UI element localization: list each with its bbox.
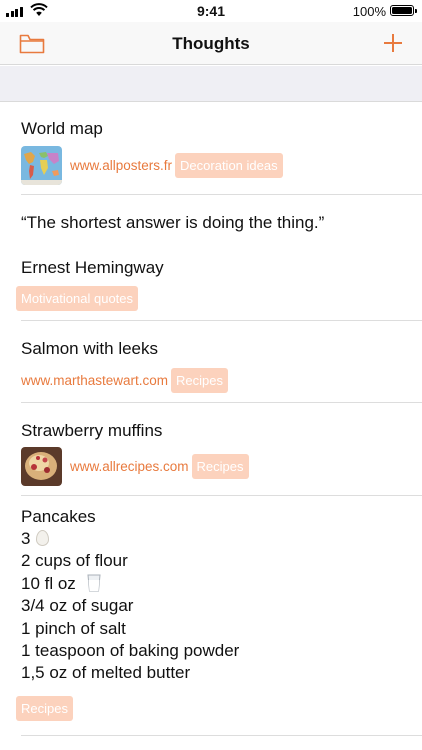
note-line: 2 cups of flour bbox=[21, 551, 128, 571]
note-salmon-with-leeks[interactable]: Salmon with leeks www.marthastewart.com … bbox=[21, 321, 422, 403]
note-strawberry-muffins[interactable]: Strawberry muffins www.allrecipes.com Re… bbox=[21, 403, 422, 496]
note-link[interactable]: www.allposters.fr bbox=[70, 158, 172, 173]
battery-percent: 100% bbox=[352, 4, 386, 19]
note-line: 1 pinch of salt bbox=[21, 618, 126, 638]
plus-icon bbox=[384, 34, 402, 52]
note-quote-text: “The shortest answer is doing the thing.… bbox=[21, 213, 325, 232]
note-title: World map bbox=[21, 119, 103, 138]
page-title: Thoughts bbox=[172, 34, 250, 53]
note-title: Salmon with leeks bbox=[21, 339, 159, 358]
egg-icon bbox=[36, 530, 50, 546]
tag-recipes[interactable]: Recipes bbox=[16, 696, 73, 721]
note-world-map[interactable]: World map www.allposters.fr Decoration i… bbox=[21, 103, 422, 195]
battery-icon bbox=[390, 5, 417, 16]
world-map-thumbnail bbox=[21, 146, 62, 185]
note-title: Strawberry muffins bbox=[21, 421, 163, 440]
glass-of-milk-icon bbox=[86, 574, 101, 592]
note-line: 1 teaspoon of baking powder bbox=[21, 641, 240, 661]
note-line: 10 fl oz bbox=[21, 573, 422, 595]
note-pancakes[interactable]: Pancakes 3 2 cups of flour 10 fl oz 3/4 … bbox=[16, 496, 422, 736]
status-bar: 9:41 100% bbox=[0, 0, 422, 22]
notes-list: World map www.allposters.fr Decoration i… bbox=[0, 103, 422, 736]
note-link[interactable]: www.allrecipes.com bbox=[70, 459, 189, 474]
navigation-bar: Thoughts bbox=[0, 22, 422, 65]
note-link[interactable]: www.marthastewart.com bbox=[21, 373, 168, 388]
search-area bbox=[0, 66, 422, 102]
note-quote-author: Ernest Hemingway bbox=[21, 258, 164, 277]
tag-motivational-quotes[interactable]: Motivational quotes bbox=[16, 286, 139, 311]
tag-recipes[interactable]: Recipes bbox=[191, 454, 249, 479]
note-line: 3 bbox=[21, 528, 422, 550]
muffin-thumbnail bbox=[21, 447, 62, 486]
note-title: Pancakes bbox=[21, 507, 96, 526]
tag-decoration-ideas[interactable]: Decoration ideas bbox=[175, 153, 283, 178]
note-quote[interactable]: “The shortest answer is doing the thing.… bbox=[16, 195, 422, 321]
note-line: 1,5 oz of melted butter bbox=[21, 663, 191, 683]
note-line: 3/4 oz of sugar bbox=[21, 596, 134, 616]
add-note-button[interactable] bbox=[382, 32, 404, 54]
tag-recipes[interactable]: Recipes bbox=[171, 368, 229, 393]
